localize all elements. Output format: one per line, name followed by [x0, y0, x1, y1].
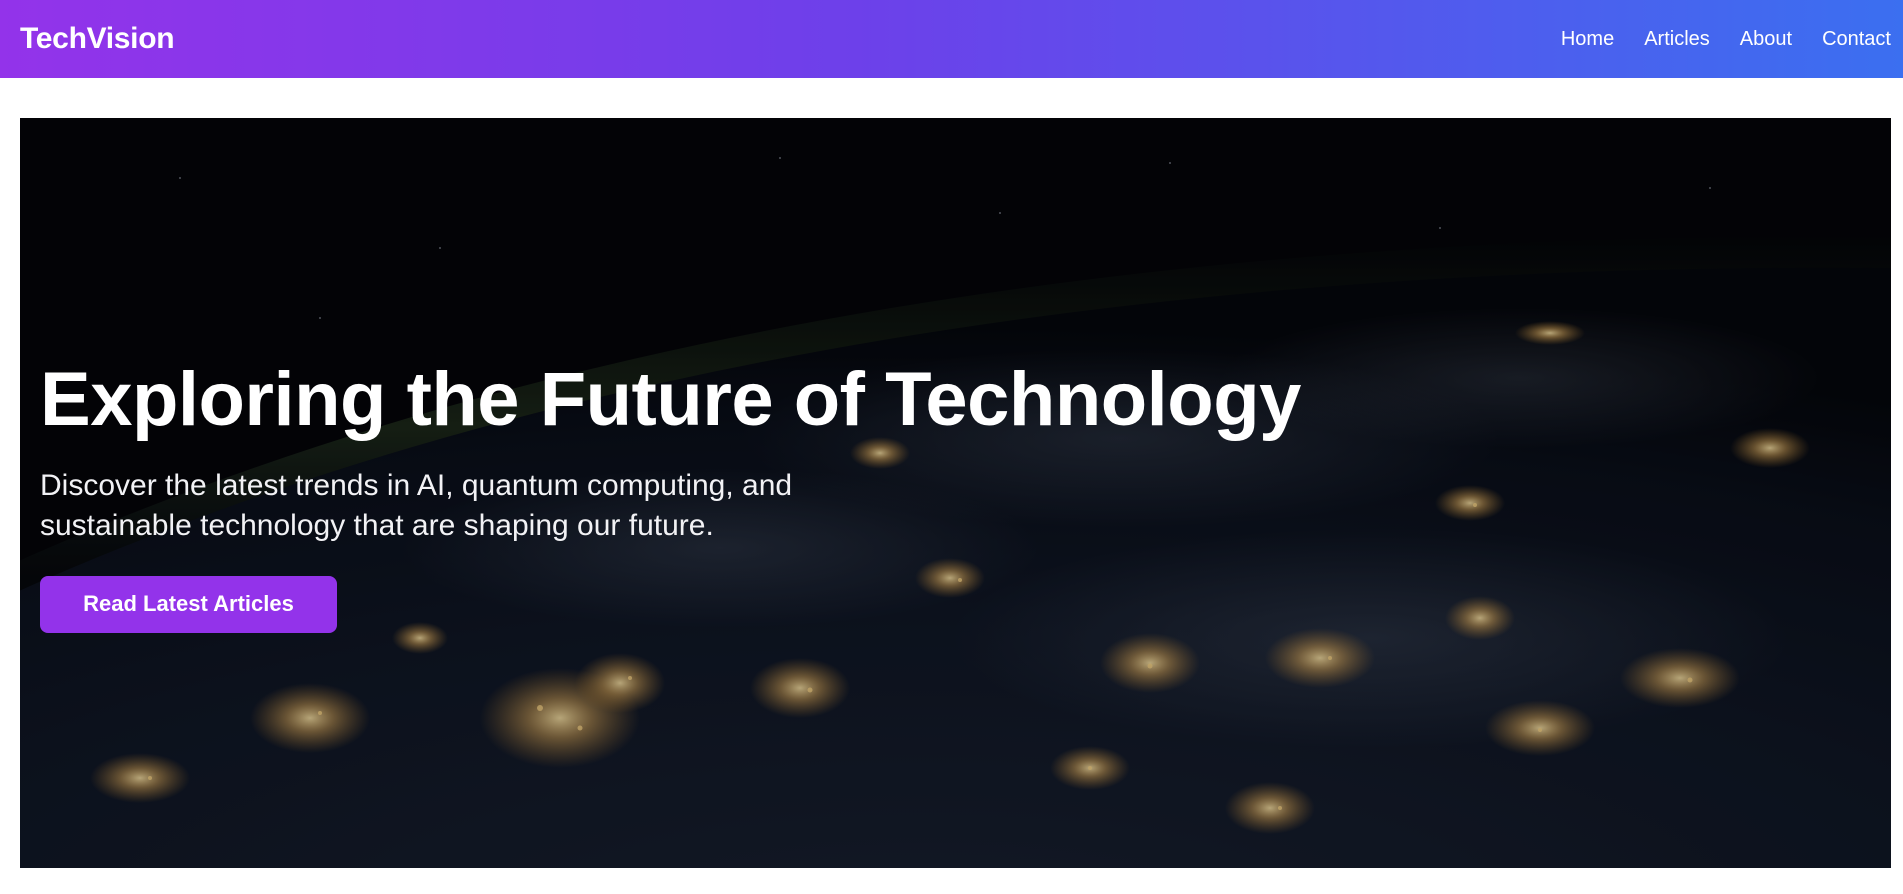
- hero-section: Exploring the Future of Technology Disco…: [20, 118, 1891, 868]
- nav-link-articles[interactable]: Articles: [1644, 28, 1710, 51]
- nav-link-home[interactable]: Home: [1561, 28, 1614, 51]
- brand-logo[interactable]: TechVision: [20, 22, 175, 56]
- top-navbar: TechVision Home Articles About Contact: [0, 0, 1903, 78]
- hero-subtitle: Discover the latest trends in AI, quantu…: [40, 468, 793, 542]
- nav-link-contact[interactable]: Contact: [1822, 28, 1891, 51]
- nav-link-about[interactable]: About: [1740, 28, 1792, 51]
- read-latest-articles-button[interactable]: Read Latest Articles: [40, 575, 337, 633]
- main-nav: Home Articles About Contact: [1561, 28, 1891, 51]
- hero-title: Exploring the Future of Technology: [40, 357, 1301, 442]
- hero-content: Exploring the Future of Technology Disco…: [40, 358, 1440, 633]
